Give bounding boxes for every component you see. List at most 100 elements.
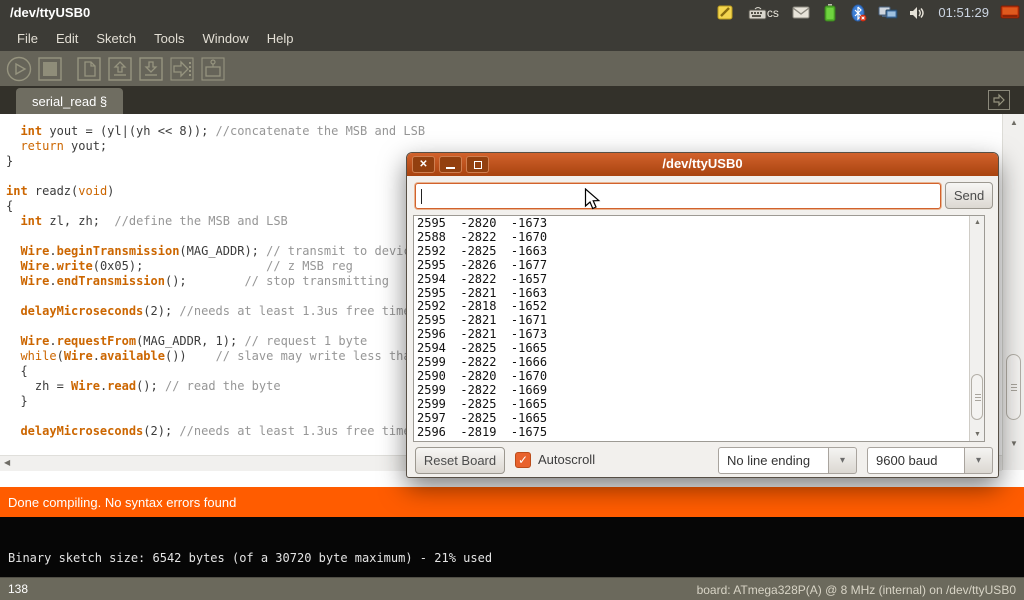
scroll-up-icon[interactable]: ▲ <box>970 219 985 226</box>
tab-bar: serial_read § <box>0 86 1024 114</box>
serial-controls: Reset Board ✓ Autoscroll No line ending … <box>407 447 998 475</box>
code-line: delayMicroseconds(2); //needs at least 1… <box>6 424 425 439</box>
code-line: int zl, zh; //define the MSB and LSB <box>6 214 425 229</box>
text-caret <box>421 189 422 204</box>
new-sketch-icon[interactable] <box>76 56 102 82</box>
serial-output-line: 2590 -2820 -1670 <box>417 370 547 384</box>
serial-output-line: 2594 -2825 -1665 <box>417 342 547 356</box>
serial-input[interactable] <box>415 183 941 209</box>
menu-item-sketch[interactable]: Sketch <box>87 27 145 50</box>
send-label: Send <box>954 188 984 203</box>
scroll-down-icon[interactable]: ▼ <box>970 431 985 438</box>
send-button[interactable]: Send <box>945 182 993 209</box>
volume-icon[interactable] <box>907 4 927 22</box>
code-line: Wire.beginTransmission(MAG_ADDR); // tra… <box>6 244 425 259</box>
code-line: Wire.endTransmission(); // stop transmit… <box>6 274 425 289</box>
reset-board-label: Reset Board <box>424 453 496 468</box>
editor-scrollbar-thumb[interactable] <box>1006 354 1021 420</box>
baud-rate-value[interactable]: 9600 baud <box>867 447 965 474</box>
code-line: Wire.requestFrom(MAG_ADDR, 1); // reques… <box>6 334 425 349</box>
battery-icon[interactable] <box>820 4 840 22</box>
line-ending-dropdown[interactable]: No line ending ▾ <box>718 447 857 474</box>
serial-output-line: 2588 -2822 -1670 <box>417 231 547 245</box>
serial-output-line: 2595 -2820 -1673 <box>417 217 547 231</box>
status-bar: 138 board: ATmega328P(A) @ 8 MHz (intern… <box>0 577 1024 600</box>
console-output: Binary sketch size: 6542 bytes (of a 307… <box>8 551 492 565</box>
verify-icon[interactable] <box>6 56 32 82</box>
reset-board-button[interactable]: Reset Board <box>415 447 505 474</box>
tab-serial-read[interactable]: serial_read § <box>16 88 123 114</box>
menu-bar: FileEditSketchToolsWindowHelp <box>0 25 1024 51</box>
menu-item-file[interactable]: File <box>8 27 47 50</box>
serial-send-row: Send <box>407 182 998 210</box>
serial-output-line: 2599 -2825 -1665 <box>417 398 547 412</box>
menu-item-edit[interactable]: Edit <box>47 27 87 50</box>
tab-menu-button[interactable] <box>988 90 1010 110</box>
compile-status-message: Done compiling. No syntax errors found <box>8 495 236 510</box>
mail-icon[interactable] <box>791 4 811 22</box>
code-line <box>6 409 425 424</box>
menu-item-window[interactable]: Window <box>193 27 257 50</box>
code-line: { <box>6 364 425 379</box>
stop-icon[interactable] <box>37 56 63 82</box>
code-line <box>6 289 425 304</box>
upload-icon[interactable] <box>169 56 195 82</box>
editor-vertical-scrollbar[interactable]: ▲ ▼ <box>1002 114 1024 470</box>
serial-output-line: 2596 -2819 -1675 <box>417 426 547 440</box>
cursor-line-number: 138 <box>8 582 28 596</box>
serial-output: 2595 -2820 -16732588 -2822 -1670 2592 -28… <box>417 217 547 440</box>
serial-output-line: 2599 -2822 -1666 <box>417 356 547 370</box>
menu-item-tools[interactable]: Tools <box>145 27 193 50</box>
code-line: delayMicroseconds(2); //needs at least 1… <box>6 304 425 319</box>
open-sketch-icon[interactable] <box>107 56 133 82</box>
line-ending-value[interactable]: No line ending <box>718 447 829 474</box>
scroll-up-icon[interactable]: ▲ <box>1003 118 1024 127</box>
serial-window-title: /dev/ttyUSB0 <box>407 156 998 171</box>
serial-scrollbar-thumb[interactable] <box>971 374 983 420</box>
code-line <box>6 229 425 244</box>
dropdown-arrow-glyph: ▾ <box>976 455 981 466</box>
code-line: } <box>6 154 425 169</box>
network-icon[interactable] <box>878 4 898 22</box>
notes-icon[interactable] <box>715 4 735 22</box>
board-info: board: ATmega328P(A) @ 8 MHz (internal) … <box>697 583 1016 597</box>
save-sketch-icon[interactable] <box>138 56 164 82</box>
chevron-down-icon[interactable]: ▾ <box>829 447 857 474</box>
code-line: return yout; <box>6 139 425 154</box>
serial-output-line: 2595 -2826 -1677 <box>417 259 547 273</box>
serial-output-area[interactable]: 2595 -2820 -16732588 -2822 -1670 2592 -28… <box>413 215 985 442</box>
serial-output-line: 2595 -2821 -1671 <box>417 314 547 328</box>
menu-item-help[interactable]: Help <box>258 27 303 50</box>
serial-output-line: 2592 -2818 -1652 <box>417 300 547 314</box>
serial-monitor-icon[interactable] <box>200 56 226 82</box>
checkmark-icon: ✓ <box>518 453 528 467</box>
autoscroll-checkbox[interactable]: ✓ <box>515 452 531 468</box>
clock[interactable]: 01:51:29 <box>936 5 991 20</box>
serial-scrollbar[interactable]: ▲ ▼ <box>969 216 984 441</box>
serial-output-line: 2594 -2822 -1657 <box>417 273 547 287</box>
chevron-down-icon[interactable]: ▾ <box>965 447 993 474</box>
system-tray: cs 01:51:29 <box>715 0 1020 25</box>
code-line: while(Wire.available()) // slave may wri… <box>6 349 425 364</box>
session-icon[interactable] <box>1000 4 1020 22</box>
bluetooth-off-icon[interactable] <box>849 4 869 22</box>
code-line <box>6 319 425 334</box>
baud-rate-dropdown[interactable]: 9600 baud ▾ <box>867 447 993 474</box>
serial-output-line: 2595 -2821 -1663 <box>417 287 547 301</box>
serial-output-line: 2596 -2821 -1673 <box>417 328 547 342</box>
toolbar <box>0 51 1024 86</box>
code-area[interactable]: int yout = (yl|(yh << 8)); //concatenate… <box>6 124 425 439</box>
keyboard-layout-icon[interactable]: cs <box>744 4 782 22</box>
serial-output-line: 2597 -2825 -1665 <box>417 412 547 426</box>
scroll-left-icon[interactable]: ◀ <box>4 458 10 467</box>
serial-window-titlebar[interactable]: ✕ /dev/ttyUSB0 <box>407 153 998 176</box>
code-line: int readz(void) <box>6 184 425 199</box>
code-line: zh = Wire.read(); // read the byte <box>6 379 425 394</box>
tab-label: serial_read § <box>32 94 107 109</box>
mouse-cursor <box>584 188 602 217</box>
scroll-down-icon[interactable]: ▼ <box>1003 439 1024 448</box>
code-line: int yout = (yl|(yh << 8)); //concatenate… <box>6 124 425 139</box>
autoscroll-label: Autoscroll <box>538 452 595 467</box>
active-window-title: /dev/ttyUSB0 <box>0 5 90 20</box>
compile-status-bar: Done compiling. No syntax errors found <box>0 487 1024 517</box>
